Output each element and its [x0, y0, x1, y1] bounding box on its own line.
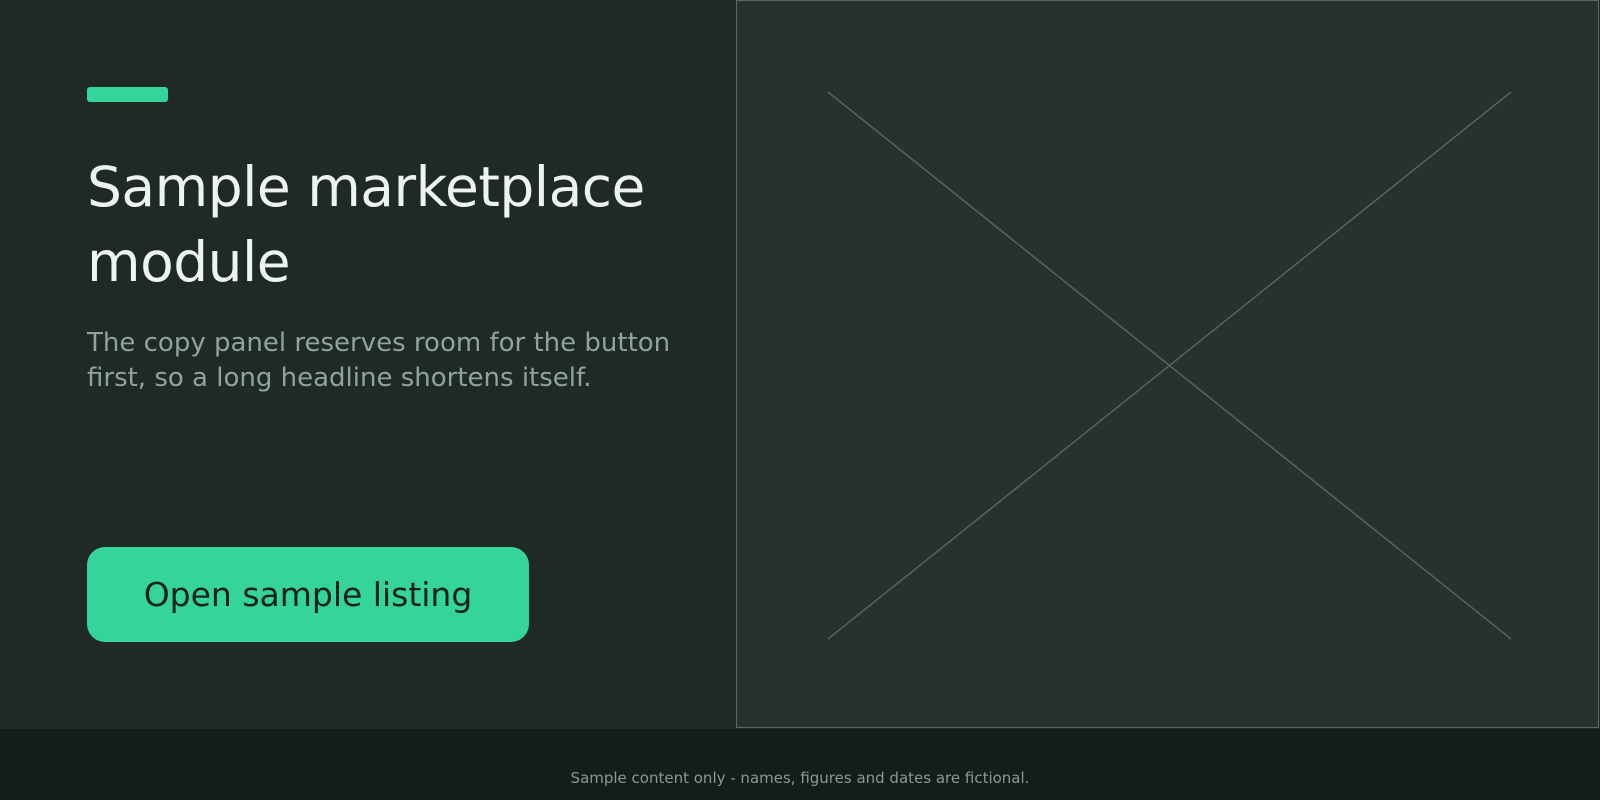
copy-panel: Sample marketplace module The copy panel…	[0, 0, 736, 729]
media-placeholder	[736, 0, 1599, 728]
disclaimer-text: Sample content only - names, figures and…	[570, 769, 1030, 787]
description-text: The copy panel reserves room for the but…	[87, 328, 671, 393]
hero-module: Sample marketplace module The copy panel…	[0, 0, 1600, 729]
accent-bar	[87, 87, 168, 102]
open-listing-button[interactable]: Open sample listing	[87, 547, 529, 642]
footer: Sample content only - names, figures and…	[0, 729, 1600, 800]
page-title: Sample marketplace module	[87, 155, 645, 294]
image-placeholder-icon	[827, 91, 1512, 640]
